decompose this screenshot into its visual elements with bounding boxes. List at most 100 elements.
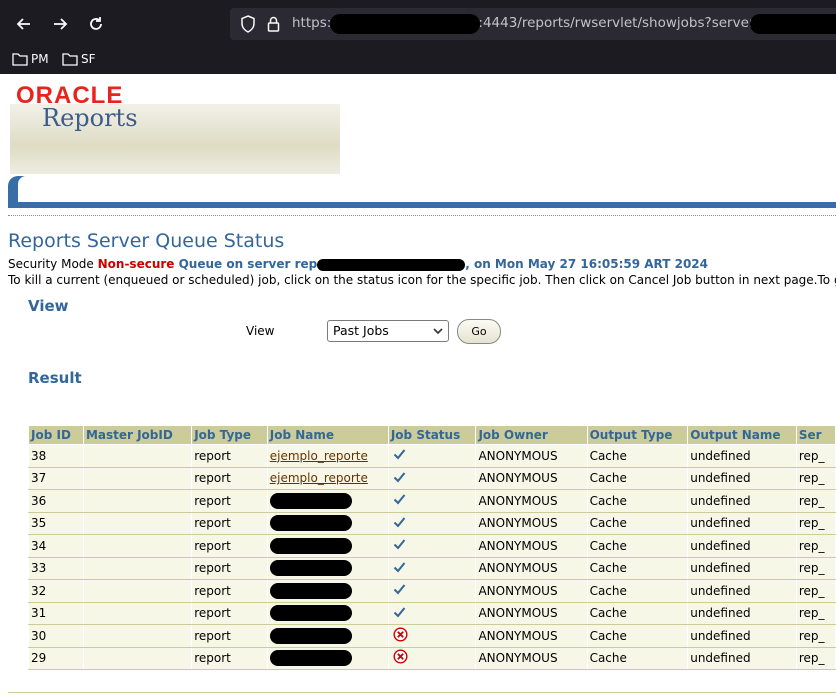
column-header: Ser (795, 425, 836, 445)
lock-icon[interactable] (266, 15, 282, 33)
reload-button[interactable] (82, 10, 110, 38)
job-name-redaction (269, 605, 352, 622)
job-name-link[interactable]: ejemplo_reporte (266, 466, 389, 490)
job-name-cell[interactable] (266, 624, 389, 648)
checkmark-icon[interactable] (393, 539, 406, 553)
job-owner-cell: ANONYMOUS (475, 489, 588, 513)
checkmark-icon[interactable] (393, 607, 406, 621)
output-type-cell: Cache (586, 511, 689, 535)
job-name-cell[interactable] (266, 534, 389, 558)
bottom-divider (8, 692, 836, 693)
table-row: 34 report ANONYMOUS Cache undefined rep_ (28, 534, 836, 558)
url-bar[interactable]: https://:4443/reports/rwservlet/showjobs… (230, 8, 836, 40)
job-name-cell[interactable] (266, 556, 389, 580)
job-type-cell: report (191, 489, 268, 513)
view-section-title: View (28, 297, 69, 315)
oracle-reports-logo: ORACLE Reports (10, 82, 340, 174)
forward-button[interactable] (46, 10, 74, 38)
job-status-cell[interactable] (387, 646, 477, 670)
table-header-row: Job ID Master JobID Job Type Job Name Job St… (28, 425, 836, 445)
table-row: 35 report ANONYMOUS Cache undefined rep_ (28, 511, 836, 535)
back-button[interactable] (10, 10, 38, 38)
job-type-cell: report (191, 511, 268, 535)
job-status-cell[interactable] (387, 511, 477, 535)
job-type-cell: report (191, 556, 268, 580)
job-id-cell: 38 (28, 444, 84, 468)
job-owner-cell: ANONYMOUS (475, 624, 588, 648)
page-title: Reports Server Queue Status (8, 230, 285, 252)
shield-icon[interactable] (240, 15, 256, 33)
job-name-link[interactable]: ejemplo_reporte (266, 444, 389, 468)
arrow-left-icon (16, 18, 30, 30)
job-status-cell[interactable] (387, 601, 477, 625)
master-jobid-cell (82, 624, 193, 648)
output-name-cell: undefined (687, 466, 797, 490)
job-id-cell: 32 (28, 579, 84, 603)
bookmark-label: SF (81, 52, 96, 66)
job-name-redaction (269, 582, 352, 599)
job-owner-cell: ANONYMOUS (475, 511, 588, 535)
table-row: 32 report ANONYMOUS Cache undefined rep_ (28, 579, 836, 603)
job-status-cell[interactable] (387, 624, 477, 648)
output-type-cell: Cache (586, 601, 689, 625)
job-owner-cell: ANONYMOUS (475, 556, 588, 580)
go-button[interactable]: Go (457, 319, 501, 344)
checkmark-icon[interactable] (393, 472, 406, 486)
master-jobid-cell (82, 444, 193, 468)
column-header: Output Type (586, 425, 689, 445)
folder-icon (62, 53, 78, 66)
view-select-value: Past Jobs (333, 323, 389, 338)
job-id-cell: 34 (28, 534, 84, 558)
job-name-cell[interactable] (266, 511, 389, 535)
view-select[interactable]: Past Jobs (327, 320, 449, 342)
bookmark-pm[interactable]: PM (12, 51, 49, 67)
output-name-cell: undefined (687, 511, 797, 535)
output-type-cell: Cache (586, 579, 689, 603)
checkmark-icon[interactable] (393, 517, 406, 531)
job-name-cell[interactable] (266, 646, 389, 670)
checkmark-icon[interactable] (393, 494, 406, 508)
browser-toolbar: https://:4443/reports/rwservlet/showjobs… (0, 0, 836, 74)
job-type-cell: report (191, 444, 268, 468)
server-cell: rep_ (795, 466, 836, 490)
job-name-redaction (269, 515, 352, 532)
job-status-cell[interactable] (387, 534, 477, 558)
job-owner-cell: ANONYMOUS (475, 601, 588, 625)
queue-server-text: Queue on server rep (174, 257, 318, 271)
table-row: 29 report ANONYMOUS Cache undefined rep_ (28, 646, 836, 670)
output-name-cell: undefined (687, 534, 797, 558)
column-header: Job Status (387, 425, 477, 445)
error-circle-icon[interactable] (393, 627, 408, 645)
job-status-cell[interactable] (387, 489, 477, 513)
job-name-cell[interactable] (266, 579, 389, 603)
server-cell: rep_ (795, 624, 836, 648)
server-cell: rep_ (795, 646, 836, 670)
table-body: 38 report ejemplo_reporte ANONYMOUS Cache und… (28, 444, 836, 670)
master-jobid-cell (82, 534, 193, 558)
job-owner-cell: ANONYMOUS (475, 579, 588, 603)
column-header: Job Name (266, 425, 389, 445)
job-status-cell[interactable] (387, 556, 477, 580)
bookmark-sf[interactable]: SF (62, 51, 96, 67)
view-label: View (246, 324, 275, 338)
output-type-cell: Cache (586, 534, 689, 558)
table-row: 31 report ANONYMOUS Cache undefined rep_ (28, 601, 836, 625)
checkmark-icon[interactable] (393, 584, 406, 598)
job-status-cell[interactable] (387, 466, 477, 490)
checkmark-icon[interactable] (393, 449, 406, 463)
job-owner-cell: ANONYMOUS (475, 444, 588, 468)
job-status-cell[interactable] (387, 579, 477, 603)
job-id-cell: 29 (28, 646, 84, 670)
server-cell: rep_ (795, 444, 836, 468)
checkmark-icon[interactable] (393, 562, 406, 576)
job-name-redaction (269, 537, 352, 554)
table-row: 38 report ejemplo_reporte ANONYMOUS Cache und… (28, 444, 836, 468)
server-cell: rep_ (795, 489, 836, 513)
column-header: Job ID (28, 425, 84, 445)
bookmark-label: PM (31, 52, 49, 66)
job-name-cell[interactable] (266, 489, 389, 513)
server-cell: rep_ (795, 556, 836, 580)
error-circle-icon[interactable] (393, 649, 408, 667)
job-status-cell[interactable] (387, 444, 477, 468)
job-name-cell[interactable] (266, 601, 389, 625)
